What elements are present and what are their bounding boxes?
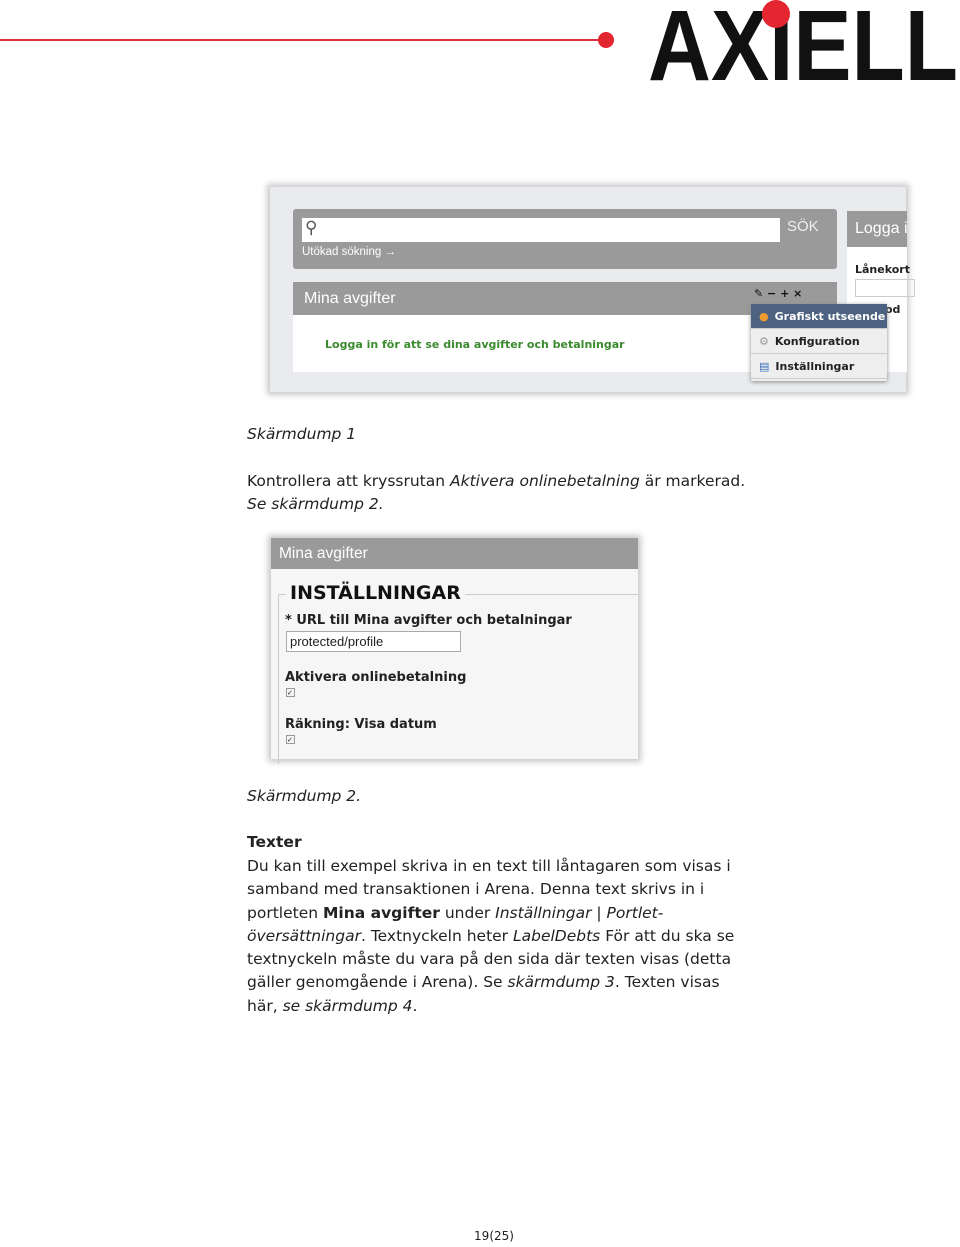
pin-label: od	[885, 303, 901, 316]
login-panel-header: Logga i	[847, 211, 907, 247]
menu-item-installningar[interactable]: ▤ Inställningar	[751, 354, 887, 379]
url-input[interactable]: protected/profile	[286, 631, 461, 652]
online-payment-label: Aktivera onlinebetalning	[285, 670, 467, 685]
url-label: * URL till Mina avgifter och betalningar	[285, 613, 572, 628]
page-number: 19(25)	[474, 1229, 514, 1243]
settings-doc-icon: ▤	[759, 359, 770, 373]
portlet-tools[interactable]: ✎ − + ×	[754, 287, 802, 300]
menu-item-konfiguration[interactable]: ⚙ Konfiguration	[751, 329, 887, 354]
online-payment-checkbox[interactable]: ✓	[286, 688, 295, 697]
paragraph-2: Du kan till exempel skriva in en text ti…	[247, 857, 735, 1015]
show-date-checkbox[interactable]: ✓	[286, 735, 295, 744]
palette-icon: ●	[759, 309, 769, 323]
search-icon: ⚲	[305, 218, 318, 237]
screenshot-2: Mina avgifter INSTÄLLNINGAR * URL till M…	[271, 538, 638, 764]
search-input[interactable]: ⚲	[302, 218, 780, 242]
axiell-logo: AXIELL	[648, 0, 958, 86]
search-panel: ⚲ SÖK Utökad sökning →	[293, 209, 837, 269]
menu-item-grafiskt-utseende[interactable]: ● Grafiskt utseende	[751, 304, 887, 329]
portlet-body: Logga in för att se dina avgifter och be…	[293, 315, 753, 372]
show-date-label: Räkning: Visa datum	[285, 717, 437, 732]
section-title: INSTÄLLNINGAR	[286, 582, 465, 604]
screenshot-1: ⚲ SÖK Utökad sökning → Mina avgifter ✎ −…	[270, 187, 915, 392]
advanced-search-link[interactable]: Utökad sökning →	[302, 246, 396, 258]
portlet-header: Mina avgifter	[271, 538, 638, 569]
card-label: Lånekort	[855, 263, 910, 276]
caption-2: Skärmdump 2.	[247, 787, 362, 805]
header-rule	[0, 39, 600, 41]
caption-1: Skärmdump 1	[247, 425, 357, 443]
portlet-title: Mina avgifter	[304, 290, 396, 307]
paragraph-1: Kontrollera att kryssrutan Aktivera onli…	[247, 472, 746, 514]
section-heading: Texter	[247, 833, 302, 851]
svg-text:AXIELL: AXIELL	[648, 0, 958, 86]
login-message[interactable]: Logga in för att se dina avgifter och be…	[325, 338, 625, 351]
card-input[interactable]	[855, 279, 915, 297]
search-button[interactable]: SÖK	[787, 218, 819, 235]
header-dot	[598, 32, 614, 48]
portlet-menu: ● Grafiskt utseende ⚙ Konfiguration ▤ Instä…	[751, 304, 887, 381]
gear-icon: ⚙	[759, 334, 769, 348]
